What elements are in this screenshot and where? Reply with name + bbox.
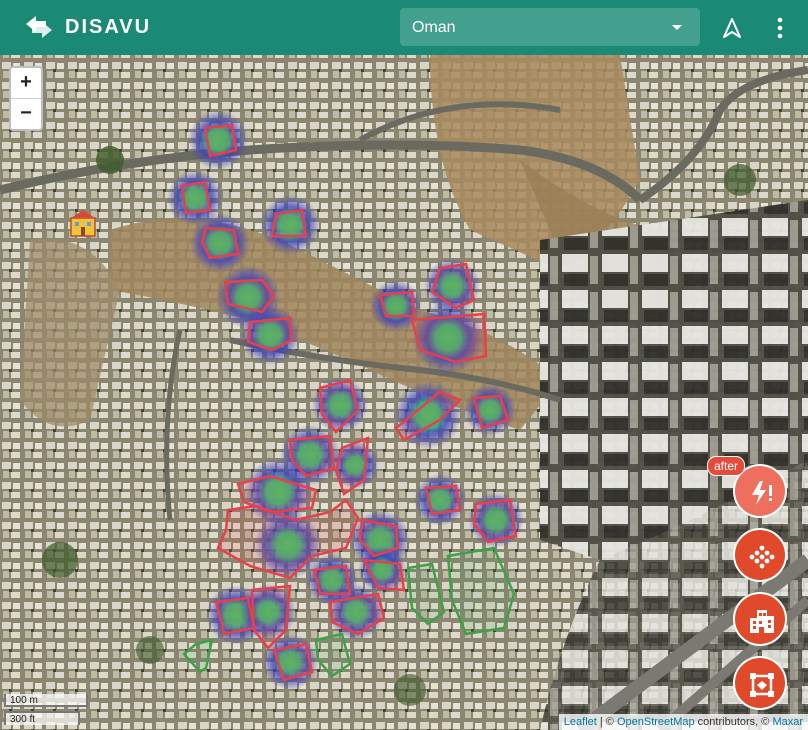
footprint-outline-icon <box>750 673 774 697</box>
damage-alert-icon <box>752 481 772 505</box>
app-bar: DISAVU Oman <box>0 0 808 55</box>
attribution-separator: | © <box>596 716 617 728</box>
satellite-imagery <box>0 55 808 730</box>
leaflet-link[interactable]: Leaflet <box>564 716 597 728</box>
osm-link[interactable]: OpenStreetMap <box>617 716 695 728</box>
maxar-link[interactable]: Maxar <box>772 716 803 728</box>
scale-metric: 100 m <box>4 694 88 707</box>
school-marker-icon[interactable] <box>68 208 98 238</box>
after-badge: after <box>707 456 746 476</box>
region-select-value: Oman <box>412 19 456 36</box>
zoom-in-button[interactable]: + <box>11 68 41 99</box>
map-canvas[interactable] <box>0 55 808 730</box>
logo-icon <box>26 16 52 38</box>
attribution-text: contributors, © <box>694 716 773 728</box>
chevron-down-icon <box>672 25 682 30</box>
map-attribution: Leaflet | © OpenStreetMap contributors, … <box>558 714 808 730</box>
points-cluster-icon <box>749 545 775 569</box>
more-vert-icon[interactable] <box>770 16 790 40</box>
region-select[interactable]: Oman <box>400 8 700 46</box>
zoom-out-button[interactable]: − <box>11 99 41 129</box>
scale-imperial: 300 ft <box>4 711 80 725</box>
zoom-control: + − <box>9 66 43 131</box>
footprint-outline-button[interactable] <box>733 656 787 710</box>
navigation-arrow-icon[interactable] <box>722 17 742 39</box>
buildings-button[interactable] <box>733 592 787 646</box>
points-cluster-button[interactable] <box>733 528 787 582</box>
app-title: DISAVU <box>65 16 152 38</box>
buildings-icon <box>750 610 774 633</box>
